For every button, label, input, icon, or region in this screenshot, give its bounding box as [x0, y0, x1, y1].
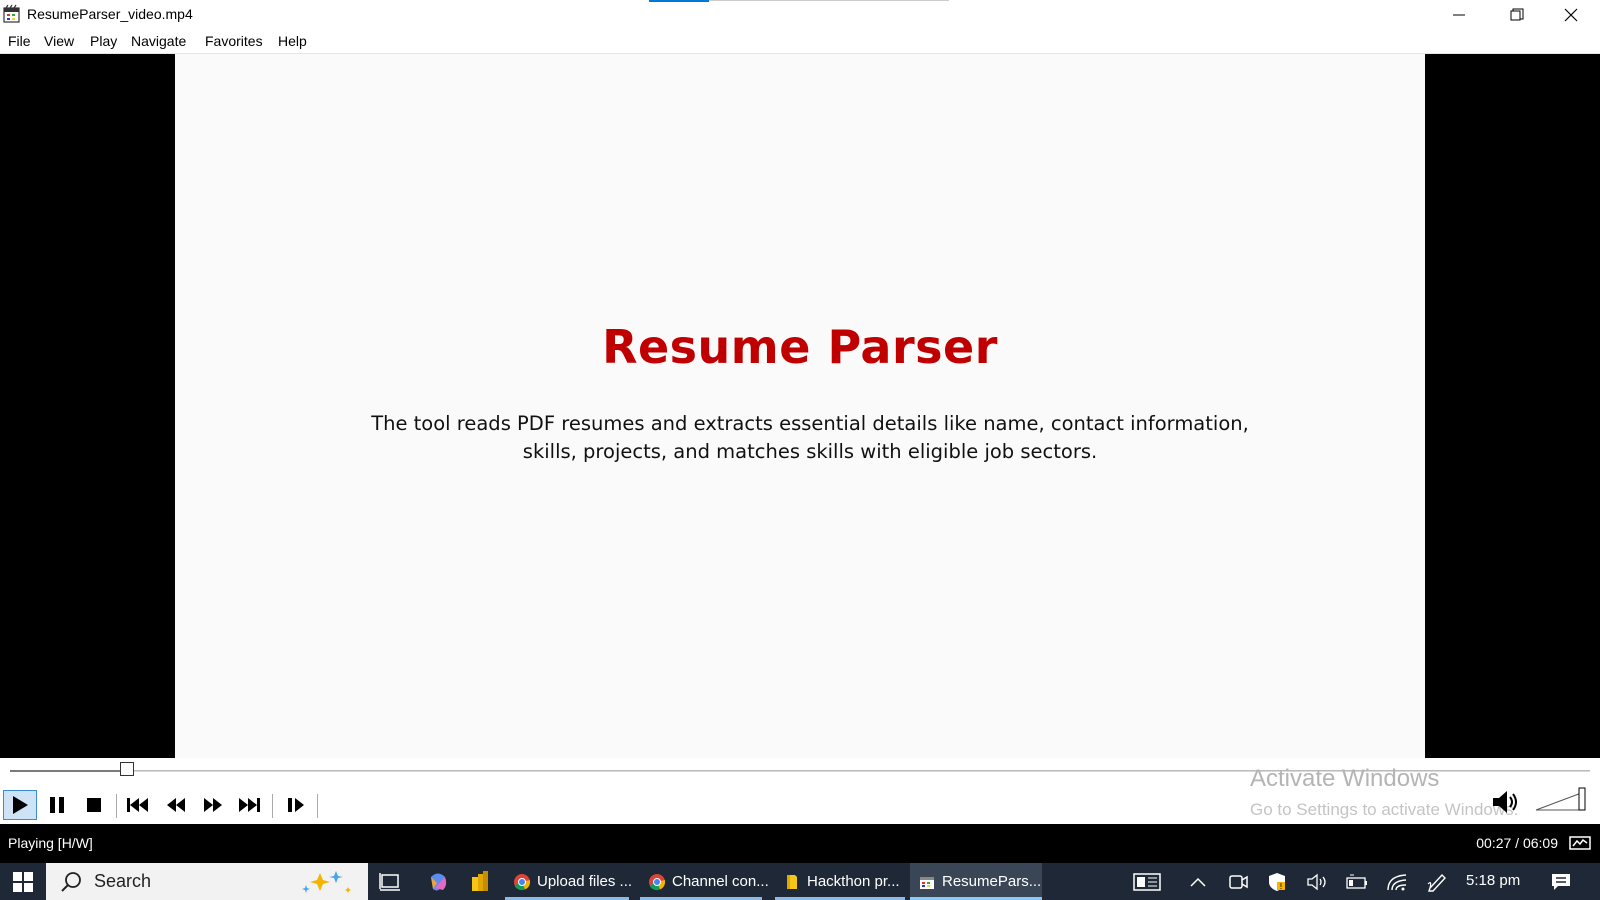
window-title: ResumeParser_video.mp4 — [27, 6, 193, 22]
controls-separator — [272, 794, 273, 818]
taskbar-app-upload-files[interactable]: Upload files ... — [505, 863, 637, 900]
notification-icon — [1552, 873, 1570, 890]
fast-forward-icon — [204, 798, 222, 812]
security-shield-icon: ! — [1269, 872, 1285, 891]
title-progress-track — [709, 0, 949, 1]
restore-button[interactable] — [1488, 0, 1546, 30]
taskbar-app-label: ResumePars... — [942, 873, 1042, 890]
tray-security[interactable]: ! — [1259, 863, 1295, 900]
file-manager-icon — [472, 870, 488, 891]
slide-body: The tool reads PDF resumes and extracts … — [371, 412, 1249, 463]
search-icon — [61, 872, 81, 892]
minimize-button[interactable] — [1430, 0, 1488, 30]
close-button[interactable] — [1542, 0, 1600, 30]
fast-forward-button[interactable] — [196, 790, 230, 820]
folder-icon — [787, 874, 797, 889]
skip-forward-icon — [239, 798, 260, 812]
controls-separator — [116, 794, 117, 818]
previous-button[interactable] — [121, 790, 155, 820]
chevron-up-icon — [1190, 877, 1206, 887]
volume-slider[interactable] — [1534, 786, 1588, 814]
controls-separator — [317, 794, 318, 818]
meet-now-icon — [1229, 874, 1248, 889]
title-bar: ResumeParser_video.mp4 — [0, 0, 1600, 30]
minimize-icon — [1453, 14, 1465, 16]
activation-watermark-title: Activate Windows — [1250, 765, 1440, 792]
menu-view[interactable]: View — [43, 33, 75, 49]
menu-play[interactable]: Play — [89, 33, 118, 49]
tray-battery[interactable] — [1339, 863, 1375, 900]
rewind-icon — [167, 798, 185, 812]
frame-step-button[interactable] — [279, 790, 313, 820]
wifi-icon — [1387, 873, 1407, 890]
video-area[interactable]: Resume Parser The tool reads PDF resumes… — [0, 54, 1600, 758]
volume-icon — [1307, 873, 1326, 890]
menu-bar: File View Play Navigate Favorites Help — [0, 30, 1600, 54]
file-explorer-pinned-button[interactable] — [460, 863, 500, 900]
taskbar-clock[interactable]: 5:18 pm — [1466, 872, 1520, 889]
title-progress-accent — [649, 0, 709, 2]
search-highlight-icon — [302, 871, 351, 893]
next-button[interactable] — [232, 790, 266, 820]
copilot-icon — [431, 873, 447, 891]
tray-meet-now[interactable] — [1220, 863, 1256, 900]
chrome-icon — [649, 873, 666, 890]
playback-time: 00:27 / 06:09 — [1476, 835, 1558, 851]
media-player-icon — [920, 876, 934, 889]
activation-watermark-subtitle: Go to Settings to activate Windows. — [1250, 800, 1519, 819]
stop-icon — [87, 798, 101, 812]
battery-icon — [1346, 874, 1367, 889]
chrome-icon — [514, 873, 531, 890]
play-button[interactable] — [3, 790, 37, 820]
speaker-icon[interactable] — [1490, 788, 1520, 816]
windows-logo-icon — [13, 871, 33, 892]
tray-volume[interactable] — [1299, 863, 1335, 900]
close-icon — [1564, 8, 1578, 22]
taskbar-app-resume-parser-video[interactable]: ResumePars... — [910, 863, 1042, 900]
tray-network[interactable] — [1379, 863, 1415, 900]
seek-thumb[interactable] — [119, 762, 134, 776]
pen-icon — [1427, 873, 1446, 892]
rewind-button[interactable] — [159, 790, 193, 820]
svg-text:!: ! — [1279, 882, 1282, 891]
taskbar-app-hackthon-folder[interactable]: Hackthon pr... — [775, 863, 905, 900]
taskbar-app-label: Hackthon pr... — [807, 873, 900, 890]
pause-button[interactable] — [40, 790, 74, 820]
tray-overflow-button[interactable] — [1180, 863, 1216, 900]
restore-icon — [1510, 8, 1524, 21]
search-label: Search — [94, 871, 152, 891]
menu-favorites[interactable]: Favorites — [204, 33, 264, 49]
task-view-button[interactable] — [370, 863, 410, 900]
media-player-icon — [3, 4, 20, 23]
task-view-icon — [379, 872, 400, 891]
frame-step-icon — [288, 798, 304, 812]
status-bar: Playing [H/W] 00:27 / 06:09 — [0, 824, 1600, 863]
play-icon — [13, 796, 28, 814]
taskbar: Search Upload files ... Channel con... H… — [0, 863, 1600, 900]
taskbar-app-label: Upload files ... — [537, 873, 633, 890]
playback-controls: Activate Windows Go to Settings to activ… — [0, 758, 1600, 824]
taskbar-app-label: Channel con... — [672, 873, 769, 890]
menu-file[interactable]: File — [7, 33, 32, 49]
seek-progress — [10, 770, 127, 772]
taskbar-search[interactable]: Search — [46, 863, 368, 900]
menu-help[interactable]: Help — [277, 33, 308, 49]
start-button[interactable] — [0, 863, 46, 900]
stats-toggle-icon[interactable] — [1568, 832, 1592, 854]
copilot-button[interactable] — [418, 863, 458, 900]
stop-button[interactable] — [77, 790, 111, 820]
playback-status: Playing [H/W] — [8, 835, 93, 851]
notifications-button[interactable] — [1544, 863, 1578, 900]
skip-back-icon — [127, 798, 148, 812]
news-widget-icon — [1133, 872, 1161, 891]
pause-icon — [50, 797, 64, 813]
menu-navigate[interactable]: Navigate — [130, 33, 187, 49]
tray-pen[interactable] — [1419, 863, 1455, 900]
slide-title: Resume Parser — [602, 320, 998, 374]
video-frame: Resume Parser The tool reads PDF resumes… — [175, 54, 1425, 758]
taskbar-app-channel-content[interactable]: Channel con... — [640, 863, 770, 900]
tray-widget-button[interactable] — [1126, 863, 1168, 900]
